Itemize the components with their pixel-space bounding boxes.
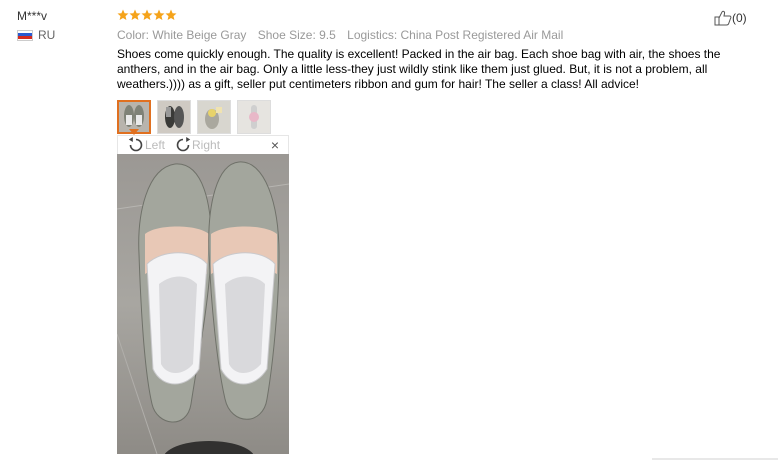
viewer-toolbar: Left Right ×	[117, 135, 289, 154]
review-thumbnails	[117, 100, 757, 134]
star-rating	[117, 8, 757, 22]
attribute-logistics: Logistics: China Post Registered Air Mai…	[347, 28, 564, 42]
star-icon	[117, 9, 129, 20]
russia-flag-icon	[17, 29, 33, 41]
rotate-left-icon	[128, 137, 143, 152]
attribute-color: Color: White Beige Gray	[117, 28, 247, 42]
star-icon	[153, 9, 165, 20]
reviewer-info: M***v RU	[17, 8, 107, 42]
shoe-photo-thumbnail	[238, 101, 270, 133]
star-icon	[141, 9, 153, 20]
rotate-right-icon	[176, 137, 191, 152]
shoe-photo-thumbnail	[119, 102, 149, 132]
reviewer-country: RU	[17, 28, 107, 42]
helpful-count: (0)	[732, 11, 747, 25]
review-text: Shoes come quickly enough. The quality i…	[117, 47, 721, 91]
rotate-left-button[interactable]: Left	[128, 137, 165, 153]
review-thumbnail[interactable]	[157, 100, 191, 134]
rotate-right-button[interactable]: Right	[175, 137, 220, 153]
review-thumbnail[interactable]	[237, 100, 271, 134]
star-icon	[165, 9, 177, 20]
close-button[interactable]: ×	[271, 137, 279, 153]
reviewer-name: M***v	[17, 9, 48, 23]
rotate-right-label: Right	[192, 138, 221, 152]
divider	[652, 458, 778, 460]
review-thumbnail[interactable]	[197, 100, 231, 134]
star-icon	[129, 9, 141, 20]
review-body: Color: White Beige Gray Shoe Size: 9.5 L…	[117, 8, 757, 134]
thumbs-up-icon	[714, 10, 732, 26]
country-code: RU	[38, 28, 56, 42]
shoe-photo-thumbnail	[198, 101, 230, 133]
shoe-photo-thumbnail	[158, 101, 190, 133]
review-attributes: Color: White Beige Gray Shoe Size: 9.5 L…	[117, 27, 757, 43]
helpful-button[interactable]: (0)	[714, 10, 747, 26]
attribute-shoe-size: Shoe Size: 9.5	[257, 28, 336, 42]
review-photo	[117, 154, 289, 454]
image-viewer: Left Right ×	[117, 135, 289, 455]
rotate-left-label: Left	[145, 138, 166, 152]
